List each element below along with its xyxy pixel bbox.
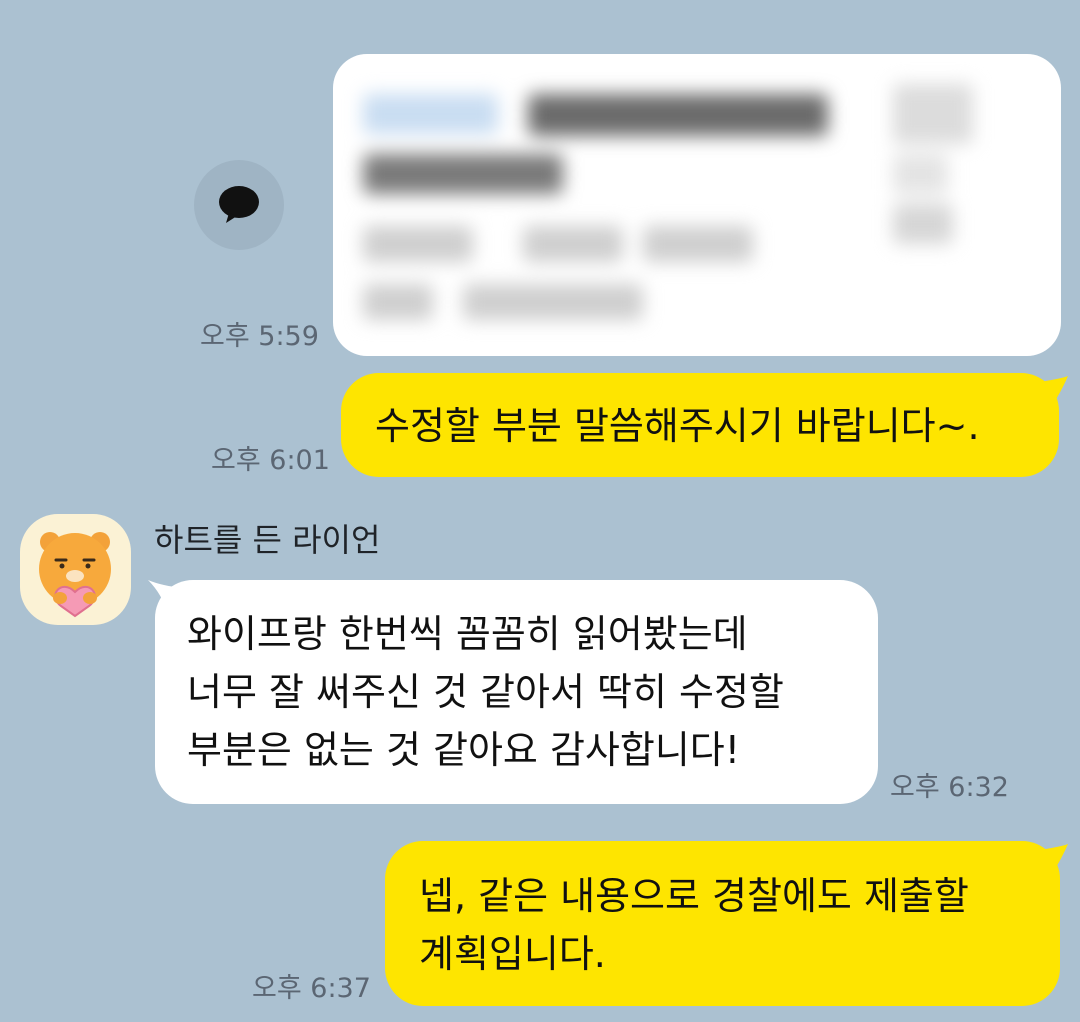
bubble-tail <box>1040 844 1068 874</box>
bubble-tail <box>1040 376 1068 406</box>
share-button[interactable] <box>194 160 284 250</box>
message-text: 와이프랑 한번씩 꼼꼼히 읽어봤는데 <box>187 612 748 656</box>
sender-name: 하트를 든 라이언 <box>154 521 381 559</box>
timestamp: 오후 6:32 <box>890 772 1009 803</box>
shared-content-card[interactable] <box>333 54 1061 356</box>
message-text: 넵, 같은 내용으로 경찰에도 제출할 <box>419 874 969 918</box>
timestamp: 오후 6:37 <box>252 973 371 1004</box>
timestamp: 오후 5:59 <box>200 321 319 352</box>
outgoing-message-bubble[interactable]: 넵, 같은 내용으로 경찰에도 제출할 계획입니다. <box>385 841 1060 1006</box>
message-text: 너무 잘 써주신 것 같아서 딱히 수정할 <box>187 670 784 714</box>
sender-avatar[interactable] <box>20 514 131 625</box>
speech-bubble-icon <box>219 186 259 223</box>
message-text: 수정할 부분 말씀해주시기 바랍니다~. <box>375 404 980 448</box>
outgoing-message-bubble[interactable]: 수정할 부분 말씀해주시기 바랍니다~. <box>341 373 1059 477</box>
message-text: 부분은 없는 것 같아요 감사합니다! <box>187 728 740 772</box>
timestamp: 오후 6:01 <box>211 445 330 476</box>
ryan-avatar-icon <box>39 532 111 618</box>
blurred-content <box>333 54 1061 356</box>
incoming-message-bubble[interactable]: 와이프랑 한번씩 꼼꼼히 읽어봤는데 너무 잘 써주신 것 같아서 딱히 수정할… <box>155 580 878 804</box>
message-text: 계획입니다. <box>419 932 606 976</box>
